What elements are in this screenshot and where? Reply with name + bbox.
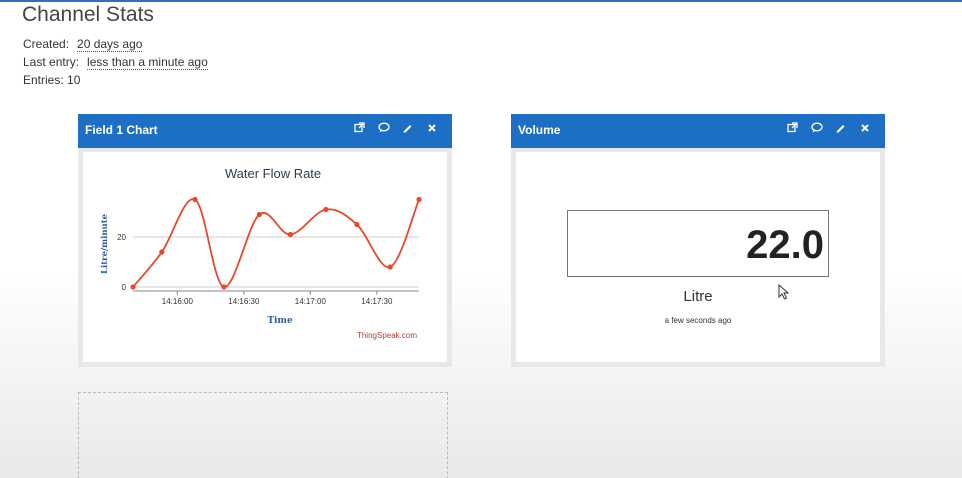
water-flow-chart: Water Flow Rate Litre/minute Time ThingS… (100, 166, 422, 340)
entries-row: Entries: 10 (23, 73, 80, 87)
entries-value: 10 (67, 73, 81, 87)
chart-data-point[interactable] (130, 284, 136, 290)
volume-timestamp: a few seconds ago (664, 316, 732, 325)
pencil-icon[interactable] (401, 122, 414, 138)
created-row: Created: 20 days ago (23, 37, 143, 52)
field-1-chart-panel: Field 1 Chart Water Flow Rate Litre/minu… (78, 114, 452, 367)
chart-y-tick-label: 20 (117, 233, 126, 242)
chart-x-tick-label: 14:17:30 (361, 297, 393, 306)
volume-value: 22.0 (746, 223, 824, 267)
chart-data-point[interactable] (221, 284, 227, 290)
volume-unit: Litre (683, 288, 713, 305)
chart-data-point[interactable] (323, 206, 329, 213)
chart-data-point[interactable] (354, 221, 360, 228)
volume-panel: Volume 22.0 Litre a few seconds ago (511, 114, 885, 367)
external-link-icon[interactable] (786, 122, 799, 138)
volume-panel-icons (786, 122, 871, 138)
chart-data-point[interactable] (256, 211, 262, 218)
chart-series-line-0 (132, 198, 420, 288)
thingspeak-credit-link[interactable]: ThingSpeak.com (357, 331, 417, 340)
chart-data-point[interactable] (159, 249, 165, 255)
chart-data-point[interactable] (287, 231, 294, 238)
external-link-icon[interactable] (353, 122, 366, 138)
numeric-display-box: 22.0 (567, 210, 829, 277)
chart-y-axis-label: Litre/minute (100, 213, 110, 274)
chart-data-point[interactable] (387, 264, 393, 270)
empty-panel-placeholder (78, 392, 448, 478)
close-icon[interactable] (425, 122, 438, 138)
chart-panel-header: Field 1 Chart (78, 114, 452, 148)
page-title: Channel Stats (22, 3, 154, 26)
volume-panel-body: 22.0 Litre a few seconds ago (516, 152, 880, 362)
chart-data-point[interactable] (192, 196, 198, 203)
chart-title: Water Flow Rate (225, 166, 321, 181)
chart-x-axis-label: Time (267, 316, 293, 326)
entries-label: Entries: (23, 73, 64, 87)
chart-panel-icons (353, 122, 438, 138)
mouse-cursor-icon (778, 283, 790, 305)
chart-y-tick-label: 0 (122, 283, 127, 292)
comment-icon[interactable] (377, 122, 390, 138)
chart-x-tick-label: 14:17:00 (295, 297, 327, 306)
volume-panel-header: Volume (511, 114, 885, 148)
last-entry-label: Last entry: (23, 55, 80, 69)
chart-x-tick-label: 14:16:00 (162, 297, 194, 306)
comment-icon[interactable] (810, 122, 823, 138)
close-icon[interactable] (858, 122, 871, 138)
chart-data-point[interactable] (416, 196, 422, 203)
pencil-icon[interactable] (834, 122, 847, 138)
chart-panel-title: Field 1 Chart (85, 123, 158, 137)
volume-panel-title: Volume (518, 123, 561, 137)
created-value: 20 days ago (77, 37, 143, 52)
top-accent-bar (0, 0, 962, 2)
last-entry-value: less than a minute ago (87, 55, 208, 70)
chart-x-tick-label: 14:16:30 (228, 297, 260, 306)
last-entry-row: Last entry: less than a minute ago (23, 55, 208, 70)
created-label: Created: (23, 37, 70, 51)
chart-panel-body: Water Flow Rate Litre/minute Time ThingS… (83, 152, 447, 362)
